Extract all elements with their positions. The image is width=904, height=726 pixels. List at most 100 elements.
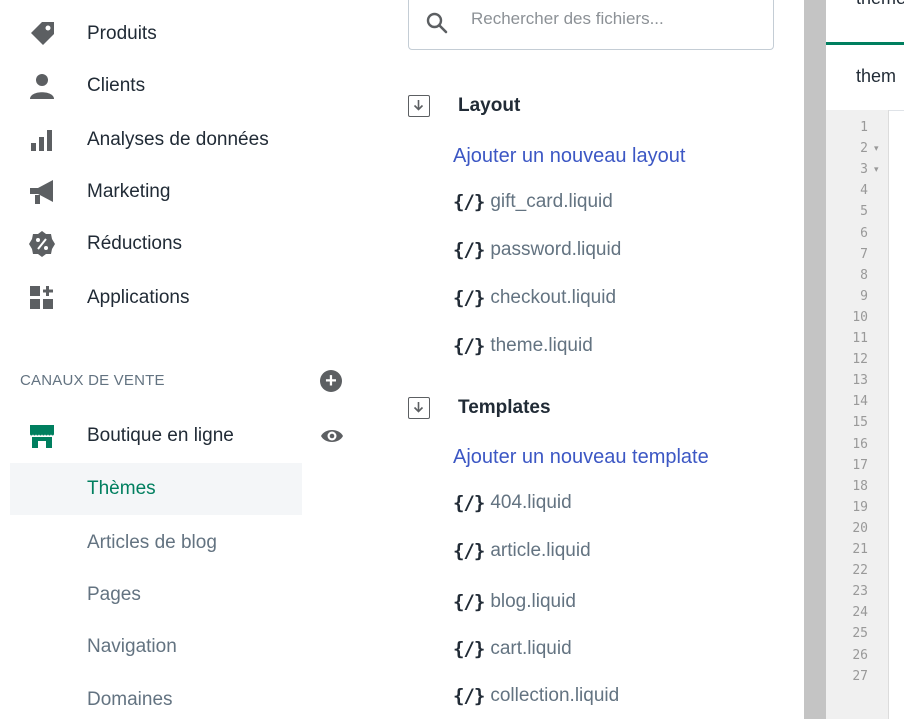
file-item[interactable]: {/} theme.liquid <box>453 331 593 361</box>
folder-layout[interactable]: Layout <box>408 95 520 117</box>
line-gutter: 1 2 ▾ 3 ▾ 4 5 6 7 8 9 10 11 12 13 14 15 16 17 18 19 20 21 22 23 2… <box>826 110 889 719</box>
sidebar-subitem-domaines[interactable]: Domaines <box>10 674 302 726</box>
sidebar-subitem-navigation[interactable]: Navigation <box>10 621 302 673</box>
line-number: 10 <box>852 309 868 325</box>
sidebar-item-clients[interactable]: Clients <box>0 64 300 108</box>
sidebar-item-label: Réductions <box>87 233 183 254</box>
store-icon <box>26 420 58 452</box>
line-number: 2 <box>860 141 868 157</box>
sidebar-item-label: Clients <box>87 75 146 96</box>
line-number: 27 <box>852 668 868 684</box>
sidebar-item-marketing[interactable]: Marketing <box>0 170 300 214</box>
sidebar-item-label: Applications <box>87 287 190 308</box>
sidebar-subitem-pages[interactable]: Pages <box>10 569 302 621</box>
line-number: 18 <box>852 478 868 494</box>
line-number: 6 <box>860 225 868 241</box>
file-item[interactable]: {/} gift_card.liquid <box>453 187 613 217</box>
line-number: 17 <box>852 457 868 473</box>
line-number: 9 <box>860 288 868 304</box>
sidebar-item-analyses[interactable]: Analyses de données <box>0 118 300 162</box>
file-search[interactable] <box>408 0 774 50</box>
add-channel-icon[interactable]: + <box>320 370 342 392</box>
file-item[interactable]: {/} checkout.liquid <box>453 283 616 313</box>
file-item[interactable]: {/} collection.liquid <box>453 681 619 711</box>
folder-title: Templates <box>458 397 551 418</box>
sidebar-item-reductions[interactable]: Réductions <box>0 222 300 266</box>
code-file-icon: {/} <box>453 335 485 357</box>
line-number: 5 <box>860 204 868 220</box>
line-number: 26 <box>852 647 868 663</box>
fold-arrow-icon[interactable]: ▾ <box>874 165 879 175</box>
editor-file-header: them <box>826 42 904 111</box>
search-icon <box>425 11 449 35</box>
line-number: 22 <box>852 563 868 579</box>
file-item[interactable]: {/} 404.liquid <box>453 488 572 518</box>
line-number: 1 <box>860 120 868 135</box>
sidebar-subitem-themes[interactable]: Thèmes <box>10 463 302 515</box>
megaphone-icon <box>26 176 58 208</box>
line-number: 24 <box>852 605 868 621</box>
folder-collapse-icon[interactable] <box>408 95 430 117</box>
file-item[interactable]: {/} article.liquid <box>453 536 591 566</box>
search-input[interactable] <box>469 8 763 30</box>
sidebar-subitem-label: Thèmes <box>87 478 156 499</box>
sidebar-item-label: Produits <box>87 23 157 44</box>
editor-tab-label: theme <box>856 0 904 9</box>
eye-icon[interactable] <box>320 426 344 446</box>
sidebar: Produits Clients Analyses de données Mar… <box>0 0 372 719</box>
code-file-icon: {/} <box>453 287 485 309</box>
add-template-link[interactable]: Ajouter un nouveau template <box>453 446 709 469</box>
code-file-icon: {/} <box>453 591 485 613</box>
line-number: 13 <box>852 373 868 389</box>
line-number: 19 <box>852 499 868 515</box>
line-number: 15 <box>852 415 868 431</box>
file-name: password.liquid <box>490 239 622 260</box>
sidebar-item-label: Analyses de données <box>87 129 269 150</box>
person-icon <box>26 70 58 102</box>
sidebar-subitem-articles[interactable]: Articles de blog <box>10 517 302 569</box>
file-name: checkout.liquid <box>490 287 617 308</box>
line-number: 11 <box>852 331 868 346</box>
file-item[interactable]: {/} cart.liquid <box>453 634 572 664</box>
fold-arrow-icon[interactable]: ▾ <box>874 144 879 154</box>
editor-tab-active[interactable]: theme <box>826 0 904 45</box>
sidebar-item-label: Marketing <box>87 181 171 202</box>
pane-splitter[interactable] <box>804 0 826 719</box>
line-number: 20 <box>852 520 868 536</box>
discount-icon <box>26 228 58 260</box>
bar-chart-icon <box>26 124 58 156</box>
line-number: 23 <box>852 584 868 600</box>
folder-collapse-icon[interactable] <box>408 397 430 419</box>
folder-templates[interactable]: Templates <box>408 397 551 419</box>
file-item[interactable]: {/} blog.liquid <box>453 587 576 617</box>
line-number: 25 <box>852 626 868 642</box>
code-file-icon: {/} <box>453 638 485 660</box>
code-file-icon: {/} <box>453 191 485 213</box>
code-file-icon: {/} <box>453 492 485 514</box>
line-number: 12 <box>852 352 868 368</box>
add-layout-link[interactable]: Ajouter un nouveau layout <box>453 145 685 168</box>
folder-title: Layout <box>458 95 521 116</box>
code-file-icon: {/} <box>453 540 485 562</box>
sidebar-item-produits[interactable]: Produits <box>0 12 300 56</box>
line-number: 7 <box>860 246 868 262</box>
file-item[interactable]: {/} password.liquid <box>453 235 621 265</box>
sidebar-item-applications[interactable]: Applications <box>0 276 300 320</box>
code-editor: theme them 12▾3▾456789101112131415161718… <box>826 0 904 719</box>
line-number: 14 <box>852 394 868 410</box>
line-number: 16 <box>852 436 868 452</box>
line-number: 4 <box>860 183 868 199</box>
file-name: article.liquid <box>490 540 591 561</box>
sidebar-item-boutique[interactable]: Boutique en ligne <box>0 414 300 458</box>
file-name: 404.liquid <box>490 492 572 513</box>
sidebar-subitem-label: Pages <box>87 584 141 605</box>
file-name: collection.liquid <box>490 685 620 706</box>
sidebar-subitem-label: Domaines <box>87 689 173 710</box>
apps-icon <box>26 282 58 314</box>
file-name: cart.liquid <box>490 638 572 659</box>
editor-file-label: them <box>856 66 897 86</box>
sidebar-subitem-label: Articles de blog <box>87 532 217 553</box>
file-name: theme.liquid <box>490 335 593 356</box>
file-name: blog.liquid <box>490 591 576 612</box>
tag-icon <box>26 18 58 50</box>
